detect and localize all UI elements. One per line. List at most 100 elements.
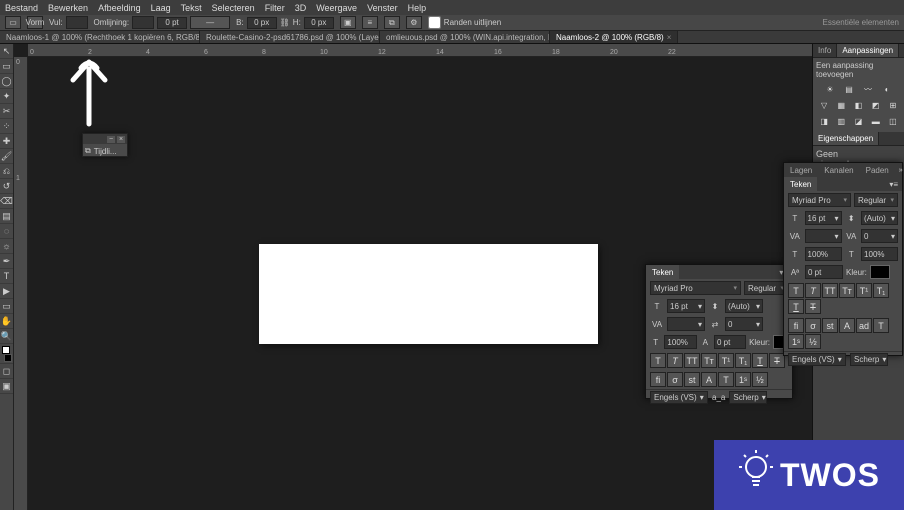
dodge-tool[interactable]: ☼ [0, 239, 13, 254]
superscript-button[interactable]: T¹ [856, 283, 872, 298]
font-size-input[interactable]: 16 pt▾ [667, 299, 705, 313]
collapse-icon[interactable]: − [107, 136, 115, 143]
close-icon[interactable]: × [117, 136, 125, 143]
pen-tool[interactable]: ✒ [0, 254, 13, 269]
align-edges-checkbox[interactable] [428, 16, 441, 29]
subscript-button[interactable]: T₁ [873, 283, 889, 298]
color-swatch[interactable] [0, 344, 13, 364]
ot-A[interactable]: A [839, 318, 855, 333]
heal-tool[interactable]: ✚ [0, 134, 13, 149]
posterize-icon[interactable]: ▥ [835, 115, 847, 127]
ot-fi[interactable]: fi [650, 372, 666, 387]
height-input[interactable] [304, 17, 334, 29]
quickmask-tool[interactable]: ◻ [0, 364, 13, 379]
vscale-input[interactable]: 100% [664, 335, 696, 349]
leading-input[interactable]: (Auto)▾ [725, 299, 763, 313]
canvas-document[interactable] [259, 244, 598, 344]
strike-button[interactable]: T [805, 299, 821, 314]
close-icon[interactable]: × [667, 33, 672, 42]
allcaps-button[interactable]: TT [822, 283, 838, 298]
screenmode-tool[interactable]: ▣ [0, 379, 13, 394]
subscript-button[interactable]: T₁ [735, 353, 751, 368]
gradient-tool[interactable]: ▤ [0, 209, 13, 224]
bold-button[interactable]: T [788, 283, 804, 298]
ot-st[interactable]: st [684, 372, 700, 387]
underline-button[interactable]: T [788, 299, 804, 314]
tab-teken[interactable]: Teken [646, 265, 679, 279]
tab-info[interactable]: Info [813, 44, 837, 57]
superscript-button[interactable]: T¹ [718, 353, 734, 368]
smallcaps-button[interactable]: Tᴛ [701, 353, 717, 368]
fill-swatch[interactable] [66, 16, 88, 29]
move-tool[interactable]: ↖ [0, 44, 13, 59]
ot-sigma[interactable]: σ [805, 318, 821, 333]
tab-teken-big[interactable]: Teken [784, 177, 817, 191]
tracking-input[interactable]: 0▾ [725, 317, 763, 331]
channel-mixer-icon[interactable]: ⊞ [887, 99, 899, 111]
ot-1st[interactable]: 1ˢ [735, 372, 751, 387]
doc-tab-2[interactable]: Roulette-Casino-2-psd61786.psd @ 100% (L… [200, 31, 380, 43]
font-size-input[interactable]: 16 pt▾ [805, 211, 842, 225]
text-color-swatch[interactable] [870, 265, 890, 279]
tab-eigenschappen[interactable]: Eigenschappen [813, 132, 879, 145]
font-style-select[interactable]: Regular▾ [744, 281, 788, 295]
menu-bewerken[interactable]: Bewerken [48, 3, 88, 13]
font-family-select[interactable]: Myriad Pro▾ [650, 281, 741, 295]
ot-half[interactable]: ½ [752, 372, 768, 387]
crop-tool[interactable]: ✂ [0, 104, 13, 119]
doc-tab-3[interactable]: omlieuous.psd @ 100% (WIN.api.integratio… [380, 31, 550, 43]
photo-filter-icon[interactable]: ◩ [870, 99, 882, 111]
lasso-tool[interactable]: ◯ [0, 74, 13, 89]
tab-lagen[interactable]: Lagen [784, 163, 818, 177]
ot-sigma[interactable]: σ [667, 372, 683, 387]
tab-aanpassingen[interactable]: Aanpassingen [837, 44, 899, 57]
link-wh-icon[interactable]: ⛓ [280, 18, 290, 27]
gear-icon[interactable]: ⚙ [406, 16, 422, 29]
blur-tool[interactable]: ◌ [0, 224, 13, 239]
kerning-input[interactable]: ▾ [667, 317, 705, 331]
underline-button[interactable]: T [752, 353, 768, 368]
character-panel-big[interactable]: Lagen Kanalen Paden » Teken ▾≡ Myriad Pr… [783, 162, 903, 356]
workspace-switcher[interactable]: Essentiële elementen [823, 18, 900, 27]
ot-st[interactable]: st [822, 318, 838, 333]
baseline-input[interactable]: 0 pt [714, 335, 746, 349]
stroke-style-select[interactable]: — [190, 16, 230, 29]
width-input[interactable] [247, 17, 277, 29]
vibrance-icon[interactable]: ▽ [818, 99, 830, 111]
stroke-swatch[interactable] [132, 16, 154, 29]
timeline-mini-panel[interactable]: −× ⧉Tijdli... [82, 133, 128, 157]
language-select[interactable]: Engels (VS)▾ [788, 353, 846, 366]
curves-icon[interactable]: 〰 [861, 83, 875, 95]
ot-1st[interactable]: 1ˢ [788, 334, 804, 349]
character-panel-small[interactable]: Teken ▾≡ Myriad Pro▾ Regular▾ T 16 pt▾ ⬍… [645, 264, 793, 399]
menu-venster[interactable]: Venster [367, 3, 398, 13]
selcolor-icon[interactable]: ◫ [887, 115, 899, 127]
doc-tab-4[interactable]: Naamloos-2 @ 100% (RGB/8)× [550, 31, 678, 43]
font-style-select[interactable]: Regular▾ [854, 193, 898, 207]
menu-tekst[interactable]: Tekst [181, 3, 202, 13]
history-brush-tool[interactable]: ↺ [0, 179, 13, 194]
bold-button[interactable]: T [650, 353, 666, 368]
bw-icon[interactable]: ◧ [852, 99, 864, 111]
type-tool[interactable]: T [0, 269, 13, 284]
ot-half[interactable]: ½ [805, 334, 821, 349]
ot-T1[interactable]: T [873, 318, 889, 333]
tab-kanalen[interactable]: Kanalen [818, 163, 859, 177]
allcaps-button[interactable]: TT [684, 353, 700, 368]
ot-T1[interactable]: T [718, 372, 734, 387]
menu-selecteren[interactable]: Selecteren [212, 3, 255, 13]
hscale-input[interactable]: 100% [861, 247, 898, 261]
leading-input[interactable]: (Auto)▾ [861, 211, 898, 225]
shape-tool-icon[interactable]: ▭ [5, 16, 21, 29]
language-select[interactable]: Engels (VS)▾ [650, 391, 708, 404]
ot-fi[interactable]: fi [788, 318, 804, 333]
path-select-tool[interactable]: ▶ [0, 284, 13, 299]
stamp-tool[interactable]: ⎌ [0, 164, 13, 179]
gradmap-icon[interactable]: ▬ [870, 115, 882, 127]
arrange-icon[interactable]: ⧉ [384, 16, 400, 29]
font-family-select[interactable]: Myriad Pro▾ [788, 193, 851, 207]
invert-icon[interactable]: ◨ [818, 115, 830, 127]
menu-filter[interactable]: Filter [265, 3, 285, 13]
tab-paden[interactable]: Paden [860, 163, 895, 177]
italic-button[interactable]: T [667, 353, 683, 368]
